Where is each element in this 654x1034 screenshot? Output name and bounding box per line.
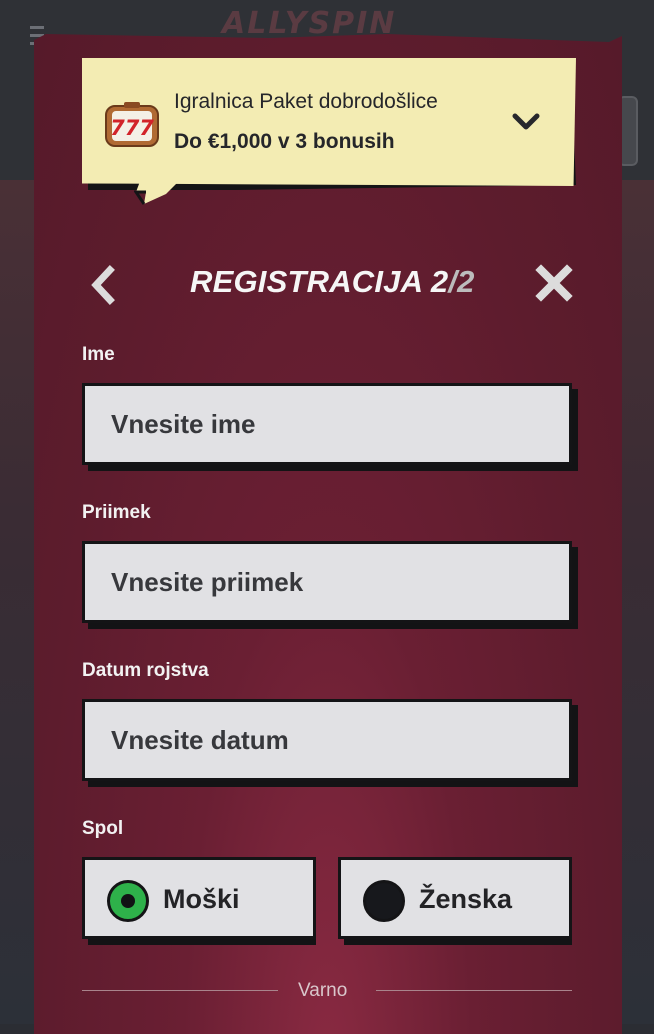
first-name-label: Ime bbox=[82, 344, 115, 365]
slot-777-icon: 777 bbox=[104, 100, 160, 154]
close-icon bbox=[535, 264, 573, 302]
last-name-field-wrap bbox=[82, 541, 578, 629]
gender-option-label: Ženska bbox=[419, 884, 513, 914]
gender-option-male[interactable]: Moški bbox=[82, 857, 316, 945]
bonus-card[interactable]: 777 Igralnica Paket dobrodošlice Do €1,0… bbox=[82, 58, 576, 186]
birth-date-field-wrap bbox=[82, 699, 578, 787]
chevron-down-icon[interactable] bbox=[510, 106, 542, 138]
bonus-subtitle: Do €1,000 v 3 bonusih bbox=[174, 130, 395, 153]
chevron-left-icon bbox=[91, 265, 115, 305]
page-title: REGISTRACIJA 2/2 bbox=[190, 264, 475, 300]
svg-text:777: 777 bbox=[110, 116, 154, 140]
gender-option-label: Moški bbox=[163, 884, 240, 914]
banner-tail bbox=[134, 176, 184, 205]
birth-date-input[interactable] bbox=[82, 699, 572, 781]
radio-unselected-icon bbox=[363, 880, 405, 922]
last-name-input[interactable] bbox=[82, 541, 572, 623]
divider-right bbox=[376, 990, 572, 991]
back-button[interactable] bbox=[86, 264, 120, 306]
title-separator: / bbox=[448, 264, 458, 299]
close-button[interactable] bbox=[535, 264, 573, 302]
divider-left bbox=[82, 990, 278, 991]
title-step: REGISTRACIJA 2 bbox=[190, 264, 449, 299]
gender-label: Spol bbox=[82, 818, 124, 839]
secure-label: Varno bbox=[298, 980, 348, 1001]
first-name-field-wrap bbox=[82, 383, 578, 471]
bonus-title: Igralnica Paket dobrodošlice bbox=[174, 90, 438, 113]
title-total: 2 bbox=[457, 264, 475, 299]
first-name-input[interactable] bbox=[82, 383, 572, 465]
last-name-label: Priimek bbox=[82, 502, 151, 523]
welcome-bonus-banner[interactable]: 777 Igralnica Paket dobrodošlice Do €1,0… bbox=[82, 58, 582, 205]
radio-selected-icon bbox=[107, 880, 149, 922]
gender-option-female[interactable]: Ženska bbox=[338, 857, 572, 945]
birth-date-label: Datum rojstva bbox=[82, 660, 209, 681]
